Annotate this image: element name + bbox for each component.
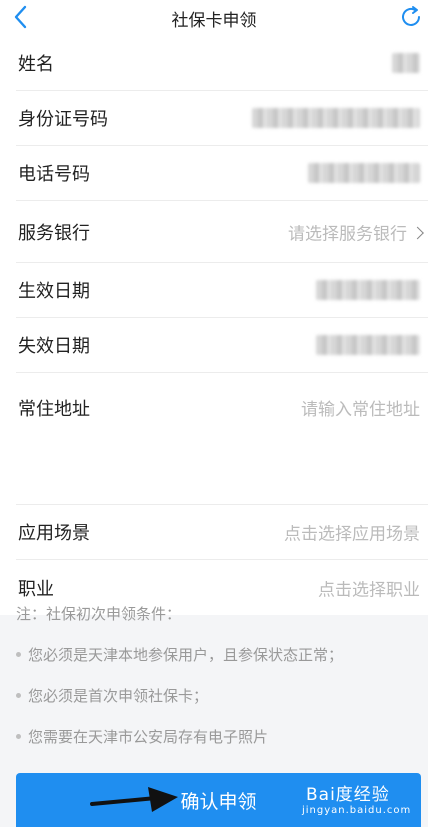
page-title: 社保卡申领 xyxy=(171,11,257,31)
note-item: 您必须是天津本地参保用户，且参保状态正常； xyxy=(16,644,412,665)
name-label: 姓名 xyxy=(18,54,54,75)
bank-select[interactable]: 请选择服务银行 xyxy=(288,219,424,244)
notes-section: 注：社保初次申领条件： 您必须是天津本地参保用户，且参保状态正常； 您必须是首次… xyxy=(0,583,428,747)
id-number-label: 身份证号码 xyxy=(18,109,108,130)
notes-title: 注：社保初次申领条件： xyxy=(16,605,182,623)
address-row[interactable]: 常住地址 请输入常住地址 xyxy=(16,373,428,505)
end-date-label: 失效日期 xyxy=(18,336,90,357)
note-item: 您需要在天津市公安局存有电子照片 xyxy=(16,726,412,747)
id-number-value-redacted xyxy=(252,108,420,128)
annotation-arrow-icon xyxy=(90,787,178,812)
scene-select[interactable]: 点击选择应用场景 xyxy=(284,520,420,545)
phone-row: 电话号码 xyxy=(16,146,428,201)
address-input[interactable]: 请输入常住地址 xyxy=(301,395,420,420)
application-form: 姓名 身份证号码 电话号码 服务银行 请选择服务银行 生效日期 失效日期 常住地… xyxy=(0,36,428,615)
end-date-row: 失效日期 xyxy=(16,318,428,373)
start-date-value-redacted xyxy=(316,280,420,300)
name-value-redacted xyxy=(392,53,420,73)
end-date-value-redacted xyxy=(316,335,420,355)
id-number-row: 身份证号码 xyxy=(16,91,428,146)
bank-row[interactable]: 服务银行 请选择服务银行 xyxy=(16,201,428,263)
phone-label: 电话号码 xyxy=(18,164,90,185)
note-item: 您必须是首次申领社保卡； xyxy=(16,685,412,706)
nav-bar: 社保卡申领 xyxy=(0,0,428,36)
name-row: 姓名 xyxy=(16,36,428,91)
watermark-logo: Bai度经验 xyxy=(306,785,390,805)
start-date-row: 生效日期 xyxy=(16,263,428,318)
address-label: 常住地址 xyxy=(18,399,90,420)
start-date-label: 生效日期 xyxy=(18,281,90,302)
watermark-url: jingyan.baidu.com xyxy=(302,805,412,816)
chevron-right-icon xyxy=(411,226,424,239)
bank-placeholder: 请选择服务银行 xyxy=(288,224,407,244)
scene-row[interactable]: 应用场景 点击选择应用场景 xyxy=(16,505,428,560)
refresh-icon[interactable] xyxy=(398,4,424,30)
phone-value-redacted xyxy=(308,163,420,183)
bank-label: 服务银行 xyxy=(18,222,90,244)
baidu-watermark: Bai度经验 jingyan.baidu.com xyxy=(300,778,422,824)
scene-label: 应用场景 xyxy=(18,523,90,544)
